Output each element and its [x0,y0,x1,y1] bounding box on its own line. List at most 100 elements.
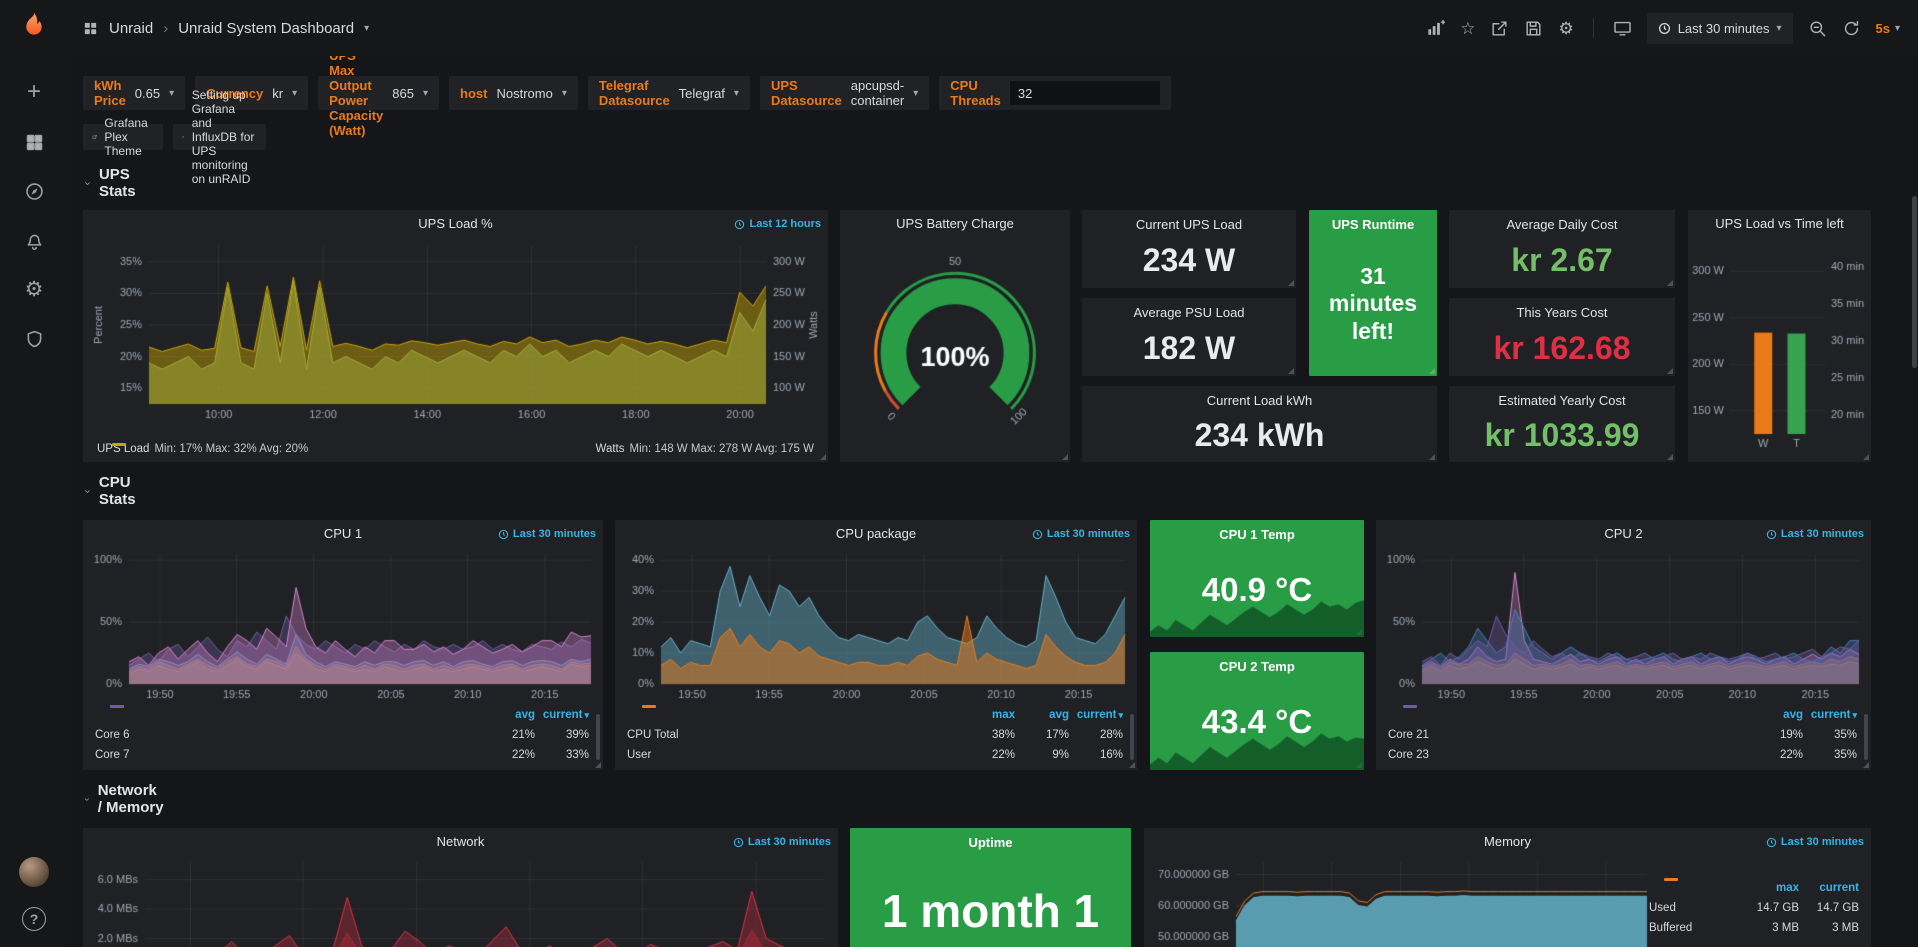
panel-time-badge[interactable]: Last 30 minutes [498,520,596,548]
compass-icon [24,181,45,202]
variable-cpu-threads[interactable]: CPU Threads [939,76,1171,110]
panel-title[interactable]: Estimated Yearly Cost [1449,386,1675,408]
variable-host[interactable]: host Nostromo ▾ [449,76,578,110]
panel-title[interactable]: UPS Runtime [1309,210,1437,232]
panel-time-badge[interactable]: Last 30 minutes [1766,828,1864,856]
legend-sort-max[interactable]: max [1739,882,1799,894]
panel-title[interactable]: CPU 1 Temp [1150,520,1364,542]
sidebar-item-server-admin[interactable] [24,329,45,350]
sidebar-item-alerting[interactable] [24,230,45,251]
star-button[interactable]: ☆ [1460,20,1475,37]
legend-sort-avg[interactable]: avg [1749,709,1803,721]
variable-telegraf-datasource[interactable]: Telegraf Datasource Telegraf ▾ [588,76,750,110]
panel-title[interactable]: Current Load kWh [1082,386,1437,408]
panel-time-badge[interactable]: Last 30 minutes [733,828,831,856]
memory-chart[interactable] [1148,856,1653,947]
sidebar-item-explore[interactable] [24,181,45,202]
chevron-down-icon: ▾ [1776,23,1781,34]
cpu2-chart[interactable] [1380,548,1867,702]
panel-title[interactable]: Network [437,834,485,849]
legend-scrollbar[interactable] [596,714,600,760]
help-button[interactable]: ? [22,907,46,931]
legend-row[interactable]: Used 14.7 GB 14.7 GB [1649,898,1859,918]
grafana-logo[interactable] [17,10,51,44]
share-button[interactable] [1490,19,1509,38]
panel-time-badge[interactable]: Last 30 minutes [1766,520,1864,548]
panel-title[interactable]: UPS Battery Charge [896,216,1014,231]
legend: UPS Load Min: 17% Max: 32% Avg: 20% Watt… [97,443,814,455]
add-panel-button[interactable] [1426,19,1445,38]
legend-sort-avg[interactable]: avg [481,709,535,721]
panel-title[interactable]: UPS Load % [418,216,492,231]
user-avatar[interactable] [19,857,49,887]
panel-title[interactable]: UPS Load vs Time left [1715,216,1844,231]
panel-uptime: Uptime 1 month 1 [850,828,1131,947]
row-header-cpu-stats[interactable]: CPU Stats [83,479,142,503]
panel-title[interactable]: Average Daily Cost [1449,210,1675,232]
row-header-network-memory[interactable]: Network / Memory [83,787,164,811]
panel-title[interactable]: This Years Cost [1449,298,1675,320]
ups-load-vs-time-chart[interactable] [1690,240,1869,452]
legend-sort-current[interactable]: current▾ [535,709,589,721]
network-chart[interactable] [87,856,834,947]
legend-item[interactable]: Watts Min: 148 W Max: 278 W Avg: 175 W [596,443,814,455]
variable-kwh-price[interactable]: kWh Price 0.65 ▾ [83,76,185,110]
zoom-out-button[interactable] [1808,19,1827,38]
battery-gauge[interactable] [848,240,1062,445]
sidebar-item-configuration[interactable]: ⚙ [25,279,44,301]
legend-row[interactable]: Core 7 22% 33% [95,745,589,765]
legend-row[interactable]: Buffered 3 MB 3 MB [1649,918,1859,938]
cycle-view-button[interactable] [1613,19,1632,38]
row-header-ups-stats[interactable]: UPS Stats [83,171,142,195]
share-icon [1490,19,1509,38]
panel-title[interactable]: Uptime [850,828,1131,850]
link-grafana-plex-theme[interactable]: Grafana Plex Theme [83,124,163,150]
refresh-button[interactable] [1842,19,1861,38]
panel-time-badge[interactable]: Last 12 hours [734,210,821,238]
sidebar-item-create[interactable]: + [27,80,41,104]
variable-ups-datasource[interactable]: UPS Datasource apcupsd-container ▾ [760,76,929,110]
breadcrumb-folder[interactable]: Unraid [109,20,153,37]
legend-sort-current[interactable]: current▾ [1803,709,1857,721]
scrollbar[interactable] [1912,196,1917,368]
caret-down-icon: ▾ [1118,710,1123,721]
cpu-package-chart[interactable] [619,548,1133,702]
save-button[interactable] [1524,19,1543,38]
navbar: Unraid › Unraid System Dashboard ▾ ☆ ⚙ L… [68,0,1918,56]
panel-title[interactable]: Current UPS Load [1082,210,1296,232]
panel-title[interactable]: Average PSU Load [1082,298,1296,320]
page-title[interactable]: Unraid System Dashboard [178,20,354,37]
panel-title[interactable]: CPU 1 [324,526,362,541]
grid-icon[interactable] [82,20,99,37]
refresh-interval-picker[interactable]: 5s ▾ [1876,21,1901,36]
dashboard-settings-button[interactable]: ⚙ [1558,20,1573,37]
legend-row[interactable]: Core 23 22% 35% [1388,745,1857,765]
panel-title[interactable]: CPU 2 Temp [1150,652,1364,674]
legend-sort-current[interactable]: current [1799,882,1859,894]
panel-time-badge[interactable]: Last 30 minutes [1032,520,1130,548]
legend-sort-current[interactable]: current▾ [1069,709,1123,721]
panel-title[interactable]: Memory [1484,834,1531,849]
cpu-threads-input[interactable] [1010,81,1160,105]
legend-row[interactable]: User 22% 9% 16% [627,745,1123,765]
legend-row[interactable]: Core 21 19% 35% [1388,725,1857,745]
chevron-down-icon: ▾ [562,88,567,99]
panel-title[interactable]: CPU 2 [1604,526,1642,541]
legend-row[interactable]: CPU Total 38% 17% 28% [627,725,1123,745]
legend-sort-max[interactable]: max [961,709,1015,721]
chevron-down-icon[interactable]: ▾ [364,23,369,34]
panel-title[interactable]: CPU package [836,526,916,541]
legend-sort-avg[interactable]: avg [1015,709,1069,721]
sidebar-item-dashboards[interactable] [24,132,45,153]
link-ups-monitoring-guide[interactable]: Setting up Grafana and InfluxDB for UPS … [173,124,266,150]
ups-load-chart[interactable] [87,238,824,424]
legend-scrollbar[interactable] [1864,714,1868,760]
variable-ups-max-output[interactable]: UPS Max Output Power Capacity (Watt) 865… [318,76,439,110]
time-range-picker[interactable]: Last 30 minutes ▾ [1647,13,1793,44]
legend-item[interactable]: UPS Load Min: 17% Max: 32% Avg: 20% [97,443,308,455]
chevron-down-icon: ▾ [734,88,739,99]
chevron-down-icon [83,176,92,191]
cpu1-chart[interactable] [87,548,599,702]
legend-scrollbar[interactable] [1130,714,1134,760]
legend-row[interactable]: Core 6 21% 39% [95,725,589,745]
